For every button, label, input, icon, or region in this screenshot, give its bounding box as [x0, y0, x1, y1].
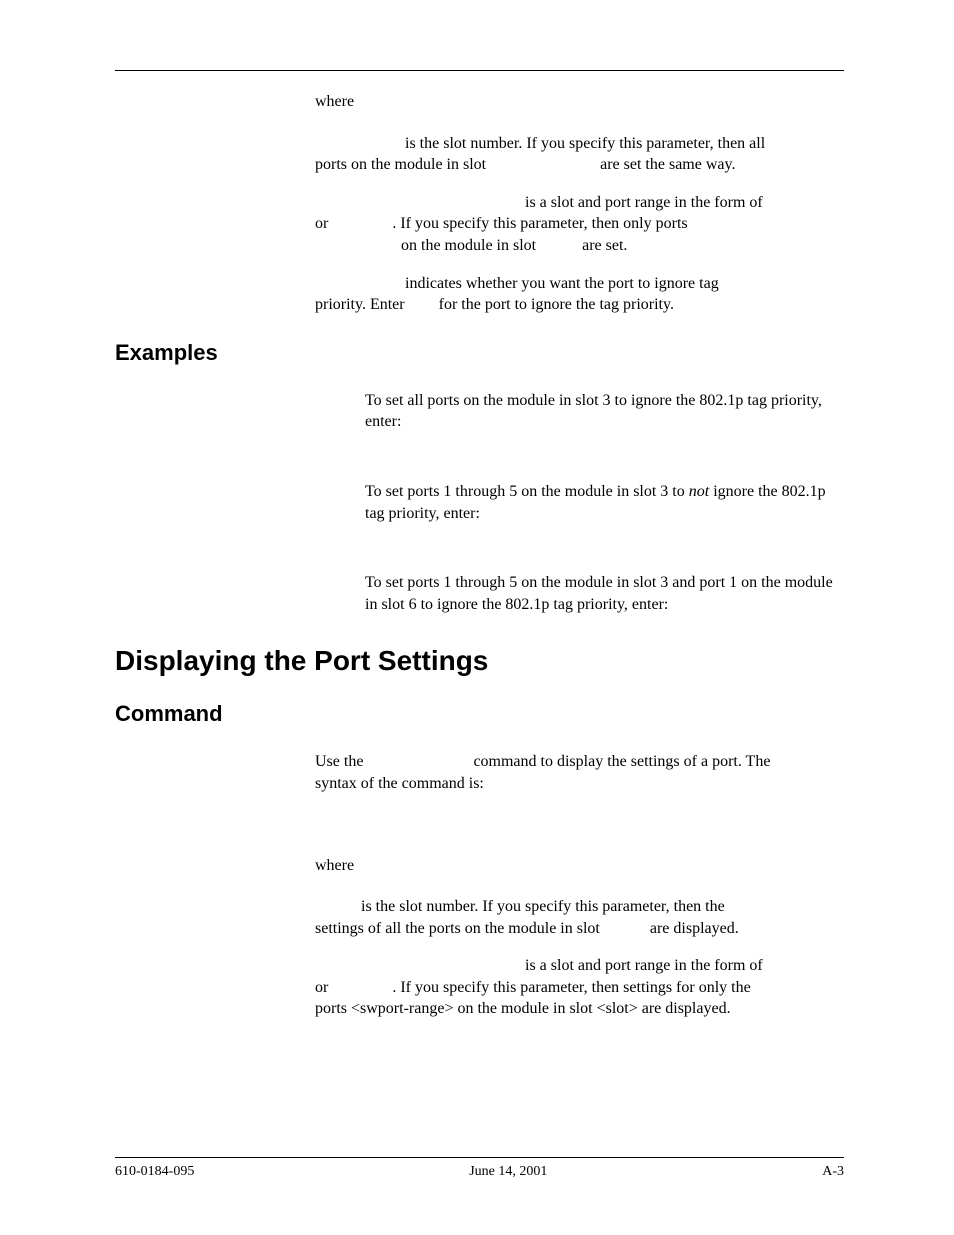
page-footer: 610-0184-095 June 14, 2001 A-3 — [115, 1157, 844, 1180]
example-1: To set all ports on the module in slot 3… — [365, 390, 844, 433]
text: To set all ports on the module in slot 3… — [365, 392, 822, 431]
example-3: To set ports 1 through 5 on the module i… — [365, 572, 844, 615]
text: Displaying the Port Settings — [115, 645, 488, 676]
text: for the port to ignore the tag priority. — [439, 296, 674, 313]
text: are displayed. — [650, 920, 739, 937]
text: . If you specify this parameter, then se… — [392, 979, 750, 996]
text: To set ports 1 through 5 on the module i… — [365, 483, 689, 500]
footer-right: A-3 — [822, 1164, 844, 1180]
text: is the slot number. If you specify this … — [405, 135, 765, 152]
footer-center: June 14, 2001 — [469, 1164, 547, 1180]
text: or — [315, 979, 388, 996]
where-label-2: where — [315, 855, 844, 877]
text: or — [315, 215, 388, 232]
text: where — [315, 93, 354, 110]
text: is a slot and port range in the form of — [525, 194, 763, 211]
where-label-1: where — [315, 91, 844, 113]
text: command to display the settings of a por… — [473, 753, 770, 770]
command-desc: Use the command to display the settings … — [315, 751, 844, 794]
text: priority. Enter — [315, 296, 405, 313]
param-ignore-desc: indicates whether you want the port to i… — [315, 273, 844, 316]
command-heading: Command — [115, 701, 844, 727]
footer-left: 610-0184-095 — [115, 1164, 194, 1180]
text: ports on the module in slot — [315, 156, 486, 173]
text: is the slot number. If you specify this … — [361, 898, 725, 915]
text: Use the — [315, 753, 423, 770]
text: where — [315, 857, 354, 874]
text: To set ports 1 through 5 on the module i… — [365, 574, 833, 613]
text: are set the same way. — [600, 156, 735, 173]
text: Command — [115, 701, 223, 726]
text: syntax of the command is: — [315, 775, 484, 792]
text: indicates whether you want the port to i… — [405, 275, 719, 292]
param-slot-desc: is the slot number. If you specify this … — [315, 133, 844, 176]
text: are set. — [582, 237, 627, 254]
text: on the module in slot — [315, 237, 536, 254]
top-rule — [115, 70, 844, 71]
example-2: To set ports 1 through 5 on the module i… — [365, 481, 844, 524]
display-heading: Displaying the Port Settings — [115, 645, 844, 677]
text: . If you specify this parameter, then on… — [392, 215, 687, 232]
text: ports <swport-range> on the module in sl… — [315, 1000, 731, 1017]
text: settings of all the ports on the module … — [315, 920, 600, 937]
text: Examples — [115, 340, 218, 365]
italic: not — [689, 483, 709, 500]
param-range-desc: is a slot and port range in the form of … — [315, 192, 844, 257]
text: is a slot and port range in the form of — [525, 957, 763, 974]
display-slot-desc: is the slot number. If you specify this … — [315, 896, 844, 939]
display-range-desc: is a slot and port range in the form of … — [315, 955, 844, 1020]
examples-heading: Examples — [115, 340, 844, 366]
